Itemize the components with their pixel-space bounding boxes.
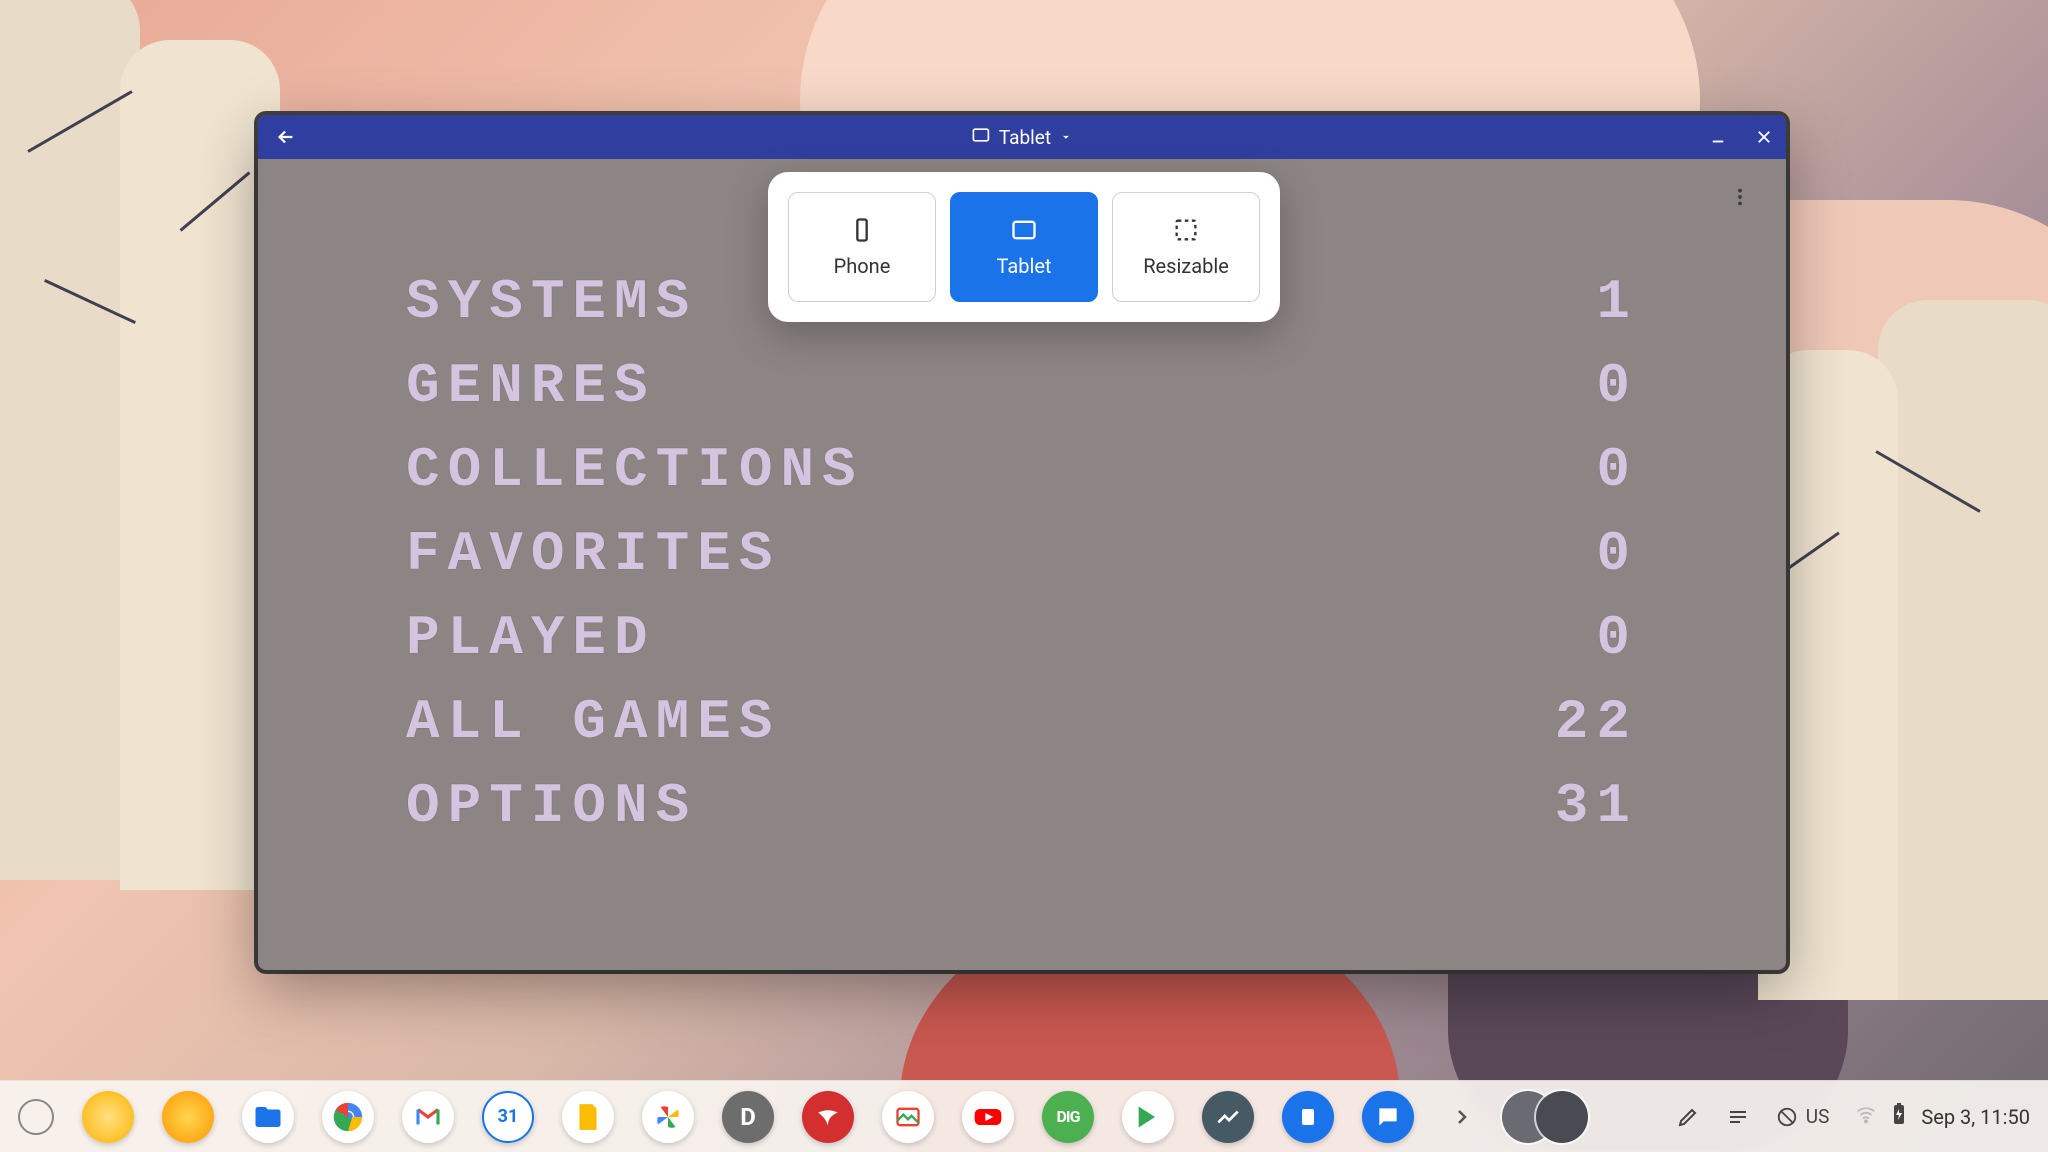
- menu-item-label: GENRES: [406, 354, 656, 418]
- size-option-resizable[interactable]: Resizable: [1112, 192, 1260, 302]
- menu-item-all-games[interactable]: ALL GAMES 22: [406, 690, 1638, 754]
- menu-item-count: 0: [1596, 438, 1638, 502]
- menu-item-collections[interactable]: COLLECTIONS 0: [406, 438, 1638, 502]
- shelf-app-play[interactable]: [1122, 1091, 1174, 1143]
- menu-item-count: 22: [1555, 690, 1638, 754]
- shelf-app-messages[interactable]: [1362, 1091, 1414, 1143]
- menu-item-genres[interactable]: GENRES 0: [406, 354, 1638, 418]
- clock-label: Sep 3, 11:50: [1921, 1105, 2030, 1129]
- shelf-app-dig[interactable]: DIG: [1042, 1091, 1094, 1143]
- battery-icon: [1891, 1102, 1907, 1131]
- menu-item-options[interactable]: OPTIONS 31: [406, 774, 1638, 838]
- shelf: 31 D DIG: [0, 1080, 2048, 1152]
- shelf-app-notes[interactable]: [1282, 1091, 1334, 1143]
- size-option-phone[interactable]: Phone: [788, 192, 936, 302]
- shelf-app-chrome-canary[interactable]: [82, 1091, 134, 1143]
- shelf-app-d[interactable]: D: [722, 1091, 774, 1143]
- shelf-app-gallery[interactable]: [882, 1091, 934, 1143]
- size-option-tablet[interactable]: Tablet: [950, 192, 1098, 302]
- system-tray: US Sep 3, 11:50: [1676, 1102, 2030, 1131]
- menu-item-count: 0: [1596, 522, 1638, 586]
- size-option-label: Phone: [834, 254, 891, 278]
- menu-item-count: 0: [1596, 606, 1638, 670]
- tote-icon[interactable]: [1726, 1105, 1750, 1129]
- menu-item-label: SYSTEMS: [406, 270, 697, 334]
- menu-item-label: COLLECTIONS: [406, 438, 864, 502]
- menu-item-label: PLAYED: [406, 606, 656, 670]
- dropdown-caret-icon: [1059, 126, 1073, 149]
- ime-indicator[interactable]: US: [1776, 1105, 1830, 1128]
- back-button[interactable]: [270, 121, 302, 153]
- shelf-app-stadia[interactable]: [802, 1091, 854, 1143]
- shelf-running-windows: [1502, 1091, 1588, 1143]
- launcher-button[interactable]: [18, 1099, 54, 1135]
- overflow-menu-button[interactable]: [1720, 177, 1760, 217]
- window-size-picker: Phone Tablet Resizable: [768, 172, 1280, 322]
- wifi-icon: [1855, 1103, 1877, 1130]
- menu-item-count: 1: [1596, 270, 1638, 334]
- size-option-label: Tablet: [997, 254, 1052, 278]
- menu-item-count: 31: [1555, 774, 1638, 838]
- tablet-icon: [1010, 216, 1038, 244]
- window-titlebar: Tablet: [258, 115, 1786, 159]
- stylus-tools-icon[interactable]: [1676, 1105, 1700, 1129]
- shelf-app-calendar[interactable]: 31: [482, 1091, 534, 1143]
- menu-item-favorites[interactable]: FAVORITES 0: [406, 522, 1638, 586]
- resizable-icon: [1172, 216, 1200, 244]
- minimize-button[interactable]: [1704, 123, 1732, 151]
- shelf-app-youtube[interactable]: [962, 1091, 1014, 1143]
- retro-main-menu: SYSTEMS 1 GENRES 0 COLLECTIONS 0 FAVORIT…: [406, 270, 1638, 838]
- shelf-apps: 31 D DIG: [82, 1091, 1482, 1143]
- shelf-app-files[interactable]: [242, 1091, 294, 1143]
- shelf-overflow-button[interactable]: [1442, 1091, 1482, 1143]
- menu-item-played[interactable]: PLAYED 0: [406, 606, 1638, 670]
- shelf-app-chrome[interactable]: [322, 1091, 374, 1143]
- shelf-app-weather[interactable]: [162, 1091, 214, 1143]
- status-area[interactable]: Sep 3, 11:50: [1855, 1102, 2030, 1131]
- size-option-label: Resizable: [1143, 254, 1229, 278]
- phone-icon: [848, 216, 876, 244]
- menu-item-label: OPTIONS: [406, 774, 697, 838]
- tablet-icon: [971, 125, 991, 150]
- menu-item-count: 0: [1596, 354, 1638, 418]
- shelf-app-keep[interactable]: [562, 1091, 614, 1143]
- window-title-label: Tablet: [999, 126, 1051, 149]
- menu-item-label: FAVORITES: [406, 522, 780, 586]
- shelf-app-gmail[interactable]: [402, 1091, 454, 1143]
- shelf-window-thumb[interactable]: [1536, 1091, 1588, 1143]
- shelf-app-photos[interactable]: [642, 1091, 694, 1143]
- ime-label: US: [1806, 1105, 1830, 1128]
- close-button[interactable]: [1750, 123, 1778, 151]
- window-size-dropdown[interactable]: Tablet: [971, 125, 1073, 150]
- menu-item-label: ALL GAMES: [406, 690, 780, 754]
- shelf-app-stocks[interactable]: [1202, 1091, 1254, 1143]
